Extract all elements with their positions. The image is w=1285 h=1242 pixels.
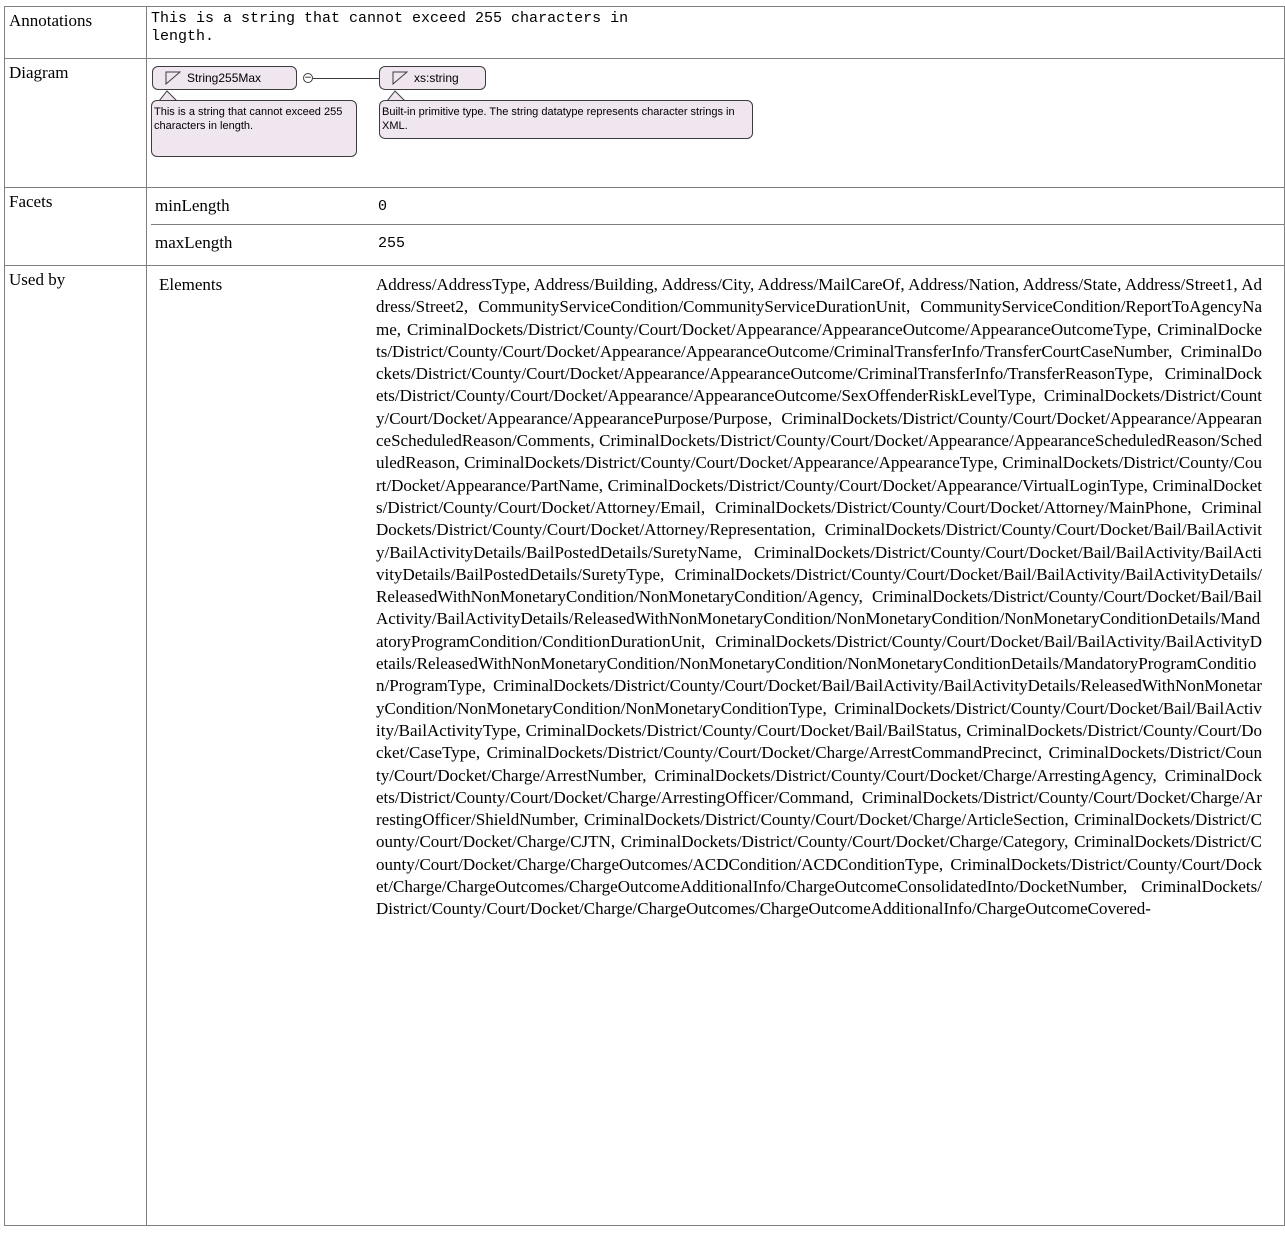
base-type-callout: Built-in primitive type. The string data… bbox=[379, 100, 753, 139]
simple-type-node[interactable]: String255Max bbox=[152, 66, 297, 90]
diagram-row: Diagram String255Max − xs:string This is… bbox=[4, 58, 1285, 188]
base-type-name: xs:string bbox=[414, 71, 459, 85]
type-diagram: String255Max − xs:string This is a strin… bbox=[147, 59, 1284, 181]
base-type-icon bbox=[392, 71, 408, 85]
simple-type-doc: This is a string that cannot exceed 255 … bbox=[154, 106, 343, 132]
used-by-row: Used by Elements Address/AddressType, Ad… bbox=[4, 265, 1285, 1226]
facets-table: minLength 0 maxLength 255 bbox=[151, 188, 1285, 261]
annotations-label: Annotations bbox=[4, 6, 147, 59]
used-by-label: Used by bbox=[4, 265, 147, 1226]
connector-line bbox=[313, 78, 379, 79]
type-documentation-table: Annotations This is a string that cannot… bbox=[4, 6, 1285, 1226]
used-by-elements-list: Address/AddressType, Address/Building, A… bbox=[376, 275, 1262, 919]
simple-type-callout: This is a string that cannot exceed 255 … bbox=[151, 100, 357, 157]
diagram-label: Diagram bbox=[4, 58, 147, 188]
base-type-doc: Built-in primitive type. The string data… bbox=[382, 106, 735, 132]
collapse-icon[interactable]: − bbox=[303, 73, 313, 83]
simple-type-icon bbox=[165, 71, 181, 85]
facets-row: Facets minLength 0 maxLength 255 bbox=[4, 187, 1285, 266]
used-by-section: Elements Address/AddressType, Address/Bu… bbox=[147, 266, 1284, 921]
facet-name: minLength bbox=[151, 188, 378, 225]
annotations-row: Annotations This is a string that cannot… bbox=[4, 6, 1285, 59]
simple-type-name: String255Max bbox=[187, 71, 262, 85]
facet-value: 255 bbox=[378, 234, 406, 252]
base-type-node[interactable]: xs:string bbox=[379, 66, 486, 90]
used-by-kind: Elements bbox=[159, 275, 223, 294]
facets-label: Facets bbox=[4, 187, 147, 266]
facet-value: 0 bbox=[378, 188, 1285, 225]
annotations-text: This is a string that cannot exceed 255 … bbox=[151, 10, 629, 45]
facet-row: maxLength 255 bbox=[151, 225, 1285, 262]
facet-name: maxLength bbox=[155, 233, 233, 252]
facet-row: minLength 0 bbox=[151, 188, 1285, 225]
